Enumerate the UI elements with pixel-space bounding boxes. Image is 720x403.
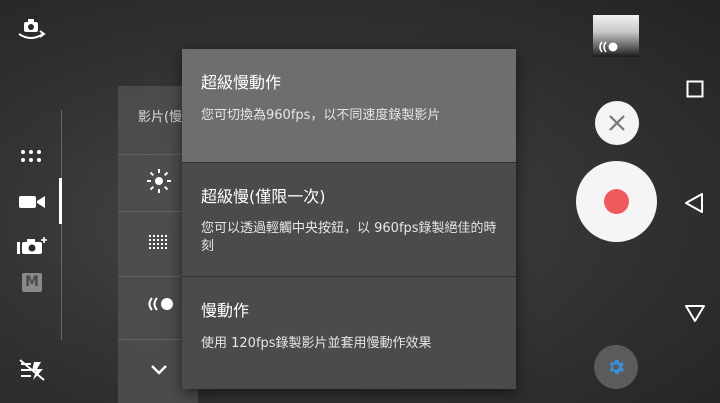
- switch-camera-icon[interactable]: [16, 18, 46, 44]
- gear-icon: [609, 359, 624, 375]
- record-icon: [604, 189, 629, 214]
- close-button[interactable]: [595, 101, 639, 145]
- slow-motion-icon: [599, 41, 618, 53]
- last-capture-thumbnail[interactable]: [593, 15, 639, 57]
- mode-active-indicator: [59, 178, 62, 224]
- menu-item-title: 超級慢(僅限一次): [201, 187, 326, 206]
- menu-item-title: 慢動作: [201, 301, 250, 320]
- home-triangle-icon[interactable]: [684, 303, 706, 323]
- mode-rail-line: [61, 110, 62, 340]
- close-icon: [609, 115, 625, 131]
- back-triangle-icon[interactable]: [683, 192, 705, 214]
- menu-item-super-slow-motion[interactable]: 超級慢動作 您可切換為960fps，以不同速度錄製影片: [182, 49, 516, 162]
- video-camera-icon[interactable]: [18, 194, 46, 210]
- settings-button[interactable]: [594, 345, 638, 389]
- recents-square-icon[interactable]: [686, 80, 704, 98]
- chevron-down-icon[interactable]: [150, 364, 168, 376]
- flash-off-icon[interactable]: [17, 358, 47, 382]
- menu-item-description: 使用 120fps錄製影片並套用慢動作效果: [201, 336, 432, 351]
- menu-item-slow-motion[interactable]: 慢動作 使用 120fps錄製影片並套用慢動作效果: [182, 277, 516, 389]
- photo-camera-plus-icon[interactable]: [16, 236, 50, 256]
- slow-motion-icon[interactable]: [146, 296, 176, 312]
- menu-item-description: 您可切換為960fps，以不同速度錄製影片: [201, 108, 441, 123]
- menu-item-title: 超級慢動作: [201, 73, 282, 92]
- manual-mode-icon[interactable]: M: [22, 273, 42, 292]
- menu-item-super-slow-once[interactable]: 超級慢(僅限一次) 您可以透過輕觸中央按鈕，以 960fps錄製絕佳的時刻: [182, 163, 516, 276]
- slow-motion-mode-menu: 超級慢動作 您可切換為960fps，以不同速度錄製影片 超級慢(僅限一次) 您可…: [182, 49, 516, 389]
- brightness-icon[interactable]: [146, 168, 172, 194]
- pattern-grid-icon[interactable]: [149, 235, 169, 253]
- record-button[interactable]: [576, 161, 657, 242]
- menu-item-description: 您可以透過輕觸中央按鈕，以 960fps錄製絕佳的時刻: [201, 221, 497, 254]
- grid-dots-icon[interactable]: [20, 149, 42, 163]
